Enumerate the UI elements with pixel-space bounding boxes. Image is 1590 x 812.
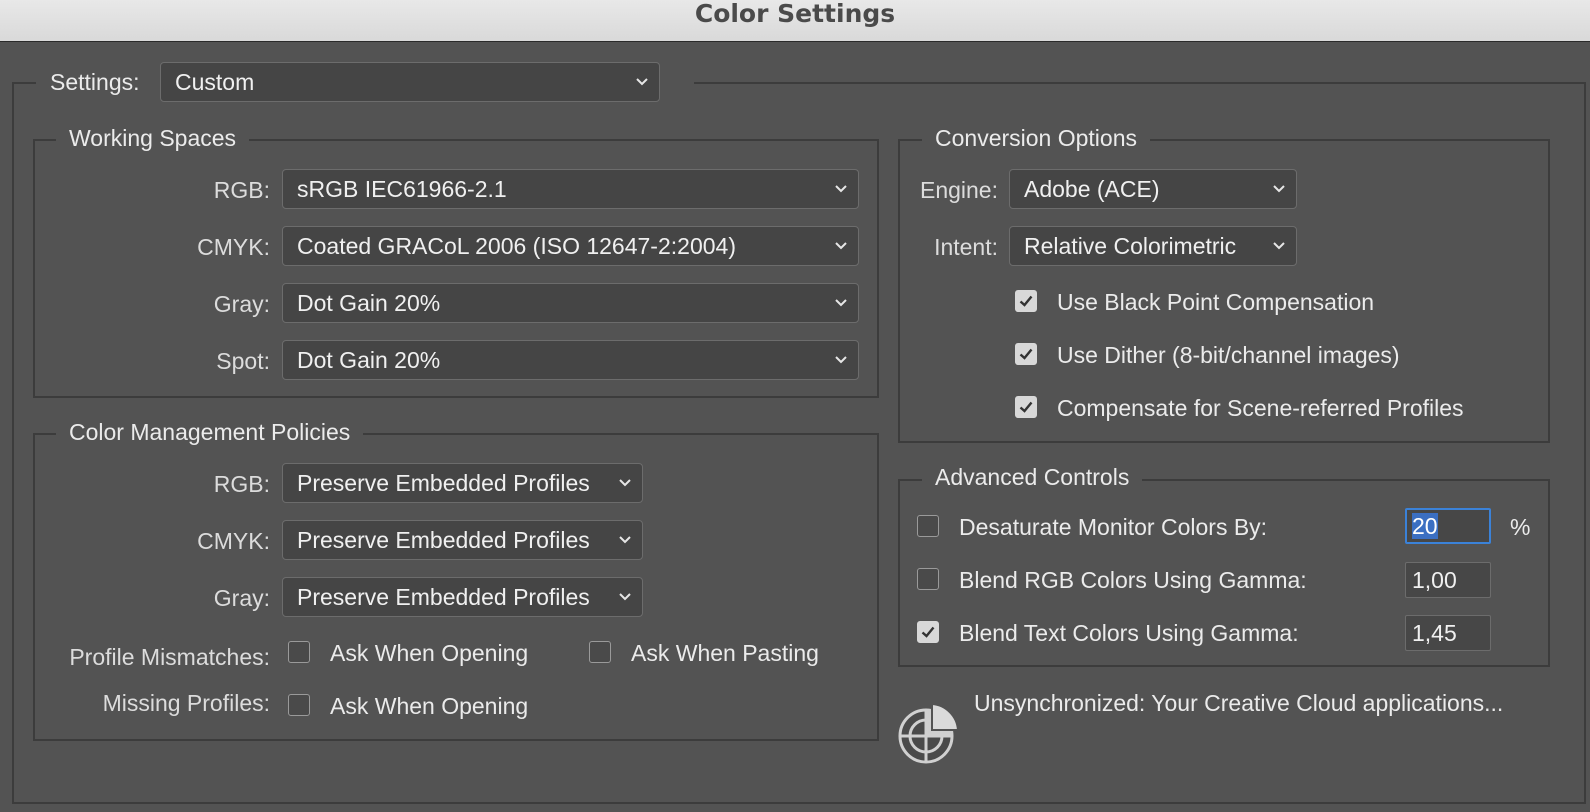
ws-gray-select[interactable]: Dot Gain 20% (282, 283, 859, 323)
black-point-checkbox[interactable] (1015, 290, 1037, 312)
sync-status-icon (896, 700, 960, 764)
chevron-down-icon (618, 464, 632, 502)
policy-rgb-label: RGB: (213, 471, 270, 497)
chevron-down-icon (834, 227, 848, 265)
ask-when-pasting-checkbox[interactable] (589, 641, 611, 663)
policies-title: Color Management Policies (56, 417, 364, 447)
engine-value: Adobe (ACE) (1024, 176, 1160, 202)
settings-select[interactable]: Custom (160, 62, 660, 102)
dither-label: Use Dither (8-bit/channel images) (1057, 342, 1400, 368)
missing-profiles-label: Missing Profiles: (102, 690, 270, 716)
ws-spot-value: Dot Gain 20% (297, 347, 441, 373)
sync-message: Unsynchronized: Your Creative Cloud appl… (974, 690, 1504, 716)
ws-rgb-select[interactable]: sRGB IEC61966-2.1 (282, 169, 859, 209)
checkmark-icon (921, 626, 935, 638)
policy-cmyk-label: CMYK: (197, 528, 270, 554)
ask-when-opening-checkbox[interactable] (288, 641, 310, 663)
intent-value: Relative Colorimetric (1024, 233, 1237, 259)
intent-select[interactable]: Relative Colorimetric (1009, 226, 1297, 266)
ws-gray-value: Dot Gain 20% (297, 290, 441, 316)
policy-cmyk-value: Preserve Embedded Profiles (297, 527, 590, 553)
ws-gray-label: Gray: (213, 291, 270, 317)
desaturate-checkbox[interactable] (917, 515, 939, 537)
blend-text-value: 1,45 (1412, 620, 1457, 646)
black-point-label: Use Black Point Compensation (1057, 289, 1375, 315)
settings-label: Settings: (50, 69, 140, 95)
policy-rgb-select[interactable]: Preserve Embedded Profiles (282, 463, 643, 503)
engine-select[interactable]: Adobe (ACE) (1009, 169, 1297, 209)
window-title: Color Settings (694, 0, 896, 28)
profile-mismatches-label: Profile Mismatches: (69, 644, 270, 670)
ws-spot-label: Spot: (216, 348, 270, 374)
ask-when-opening-label: Ask When Opening (330, 640, 529, 666)
chevron-down-icon (618, 521, 632, 559)
dither-checkbox[interactable] (1015, 343, 1037, 365)
missing-ask-when-opening-checkbox[interactable] (288, 694, 310, 716)
checkmark-icon (1019, 348, 1033, 360)
chevron-down-icon (834, 284, 848, 322)
conversion-title: Conversion Options (922, 123, 1150, 153)
ask-when-pasting-label: Ask When Pasting (631, 640, 819, 666)
blend-rgb-value: 1,00 (1412, 567, 1457, 593)
scene-referred-checkbox[interactable] (1015, 396, 1037, 418)
ws-rgb-label: RGB: (213, 177, 270, 203)
ws-rgb-value: sRGB IEC61966-2.1 (297, 176, 507, 202)
blend-text-checkbox[interactable] (917, 621, 939, 643)
chevron-down-icon (1272, 170, 1286, 208)
policy-gray-value: Preserve Embedded Profiles (297, 584, 590, 610)
blend-text-label: Blend Text Colors Using Gamma: (959, 620, 1299, 646)
policy-gray-select[interactable]: Preserve Embedded Profiles (282, 577, 643, 617)
blend-text-input[interactable]: 1,45 (1405, 615, 1491, 651)
desaturate-input[interactable]: 20 (1405, 508, 1491, 544)
window-titlebar: Color Settings (0, 0, 1590, 42)
checkmark-icon (1019, 295, 1033, 307)
policy-gray-label: Gray: (213, 585, 270, 611)
percent-label: % (1510, 514, 1531, 540)
blend-rgb-input[interactable]: 1,00 (1405, 562, 1491, 598)
chevron-down-icon (618, 578, 632, 616)
missing-ask-when-opening-label: Ask When Opening (330, 693, 529, 719)
ws-cmyk-value: Coated GRACoL 2006 (ISO 12647-2:2004) (297, 233, 736, 259)
ws-spot-select[interactable]: Dot Gain 20% (282, 340, 859, 380)
working-spaces-title: Working Spaces (56, 123, 250, 153)
policy-cmyk-select[interactable]: Preserve Embedded Profiles (282, 520, 643, 560)
desaturate-label: Desaturate Monitor Colors By: (959, 514, 1268, 540)
ws-cmyk-label: CMYK: (197, 234, 270, 260)
chevron-down-icon (834, 341, 848, 379)
intent-label: Intent: (934, 234, 998, 260)
advanced-title: Advanced Controls (922, 462, 1143, 492)
policy-rgb-value: Preserve Embedded Profiles (297, 470, 590, 496)
chevron-down-icon (635, 63, 649, 101)
blend-rgb-checkbox[interactable] (917, 568, 939, 590)
engine-label: Engine: (919, 177, 998, 203)
checkmark-icon (1019, 401, 1033, 413)
blend-rgb-label: Blend RGB Colors Using Gamma: (959, 567, 1307, 593)
chevron-down-icon (834, 170, 848, 208)
settings-value: Custom (175, 69, 255, 95)
scene-referred-label: Compensate for Scene-referred Profiles (1057, 395, 1464, 421)
chevron-down-icon (1272, 227, 1286, 265)
ws-cmyk-select[interactable]: Coated GRACoL 2006 (ISO 12647-2:2004) (282, 226, 859, 266)
desaturate-value: 20 (1412, 513, 1438, 539)
